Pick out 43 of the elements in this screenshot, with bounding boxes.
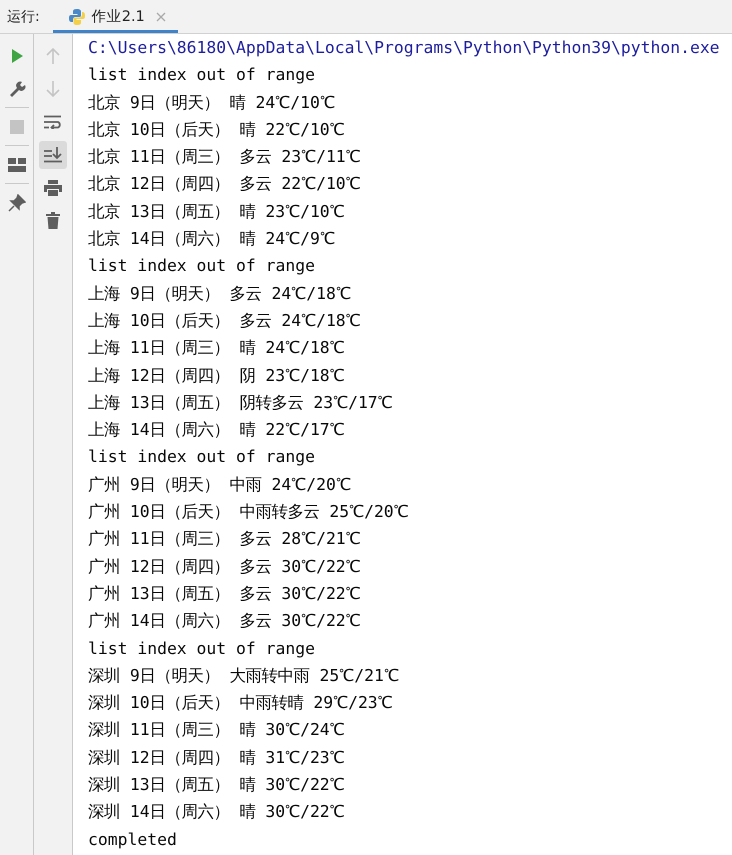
- output-line: 广州 11日（周三） 多云 28℃/21℃: [88, 528, 362, 550]
- layout-icon: [8, 158, 26, 172]
- output-line: list index out of range: [88, 64, 316, 86]
- output-line: list index out of range: [88, 255, 316, 278]
- trash-icon: [46, 212, 60, 229]
- scroll-to-end-icon: [44, 146, 62, 162]
- command-path: C:\Users\86180\AppData\Local\Programs\Python\Python39\python.exe: [88, 37, 721, 59]
- scroll-to-end-button[interactable]: [39, 140, 67, 168]
- output-line: 深圳 12日（周四） 晴 31℃/23℃: [88, 746, 346, 769]
- python-icon: [68, 8, 86, 26]
- output-line: 北京 10日（后天） 晴 22℃/10℃: [88, 118, 346, 141]
- output-line: 上海 13日（周五） 阴转多云 23℃/17℃: [88, 392, 394, 414]
- output-line: 深圳 9日（明天） 大雨转中雨 25℃/21℃: [88, 664, 400, 687]
- output-line: 北京 9日（明天） 晴 24℃/10℃: [88, 92, 336, 114]
- output-line: 深圳 11日（周三） 晴 30℃/24℃: [88, 719, 346, 742]
- output-line: 广州 10日（后天） 中雨转多云 25℃/20℃: [88, 501, 410, 524]
- soft-wrap-icon: [44, 114, 62, 128]
- output-line: 深圳 10日（后天） 中雨转晴 29℃/23℃: [88, 692, 394, 714]
- output-line: 北京 14日（周六） 晴 24℃/9℃: [88, 228, 336, 250]
- output-line: list index out of range: [88, 638, 316, 660]
- output-line: 深圳 13日（周五） 晴 30℃/22℃: [88, 774, 346, 796]
- output-line: completed: [88, 828, 178, 851]
- down-arrow-icon: [46, 80, 60, 96]
- output-line: 广州 14日（周六） 多云 30℃/22℃: [88, 610, 362, 632]
- output-line: 上海 14日（周六） 晴 22℃/17℃: [88, 419, 346, 442]
- wrench-icon: [8, 80, 26, 98]
- output-line: 北京 12日（周四） 多云 22℃/10℃: [88, 173, 362, 196]
- stop-icon: [10, 120, 24, 134]
- output-line: 北京 11日（周三） 多云 23℃/11℃: [88, 146, 362, 168]
- output-line: 上海 12日（周四） 阴 23℃/18℃: [88, 364, 346, 387]
- output-line: 广州 9日（明天） 中雨 24℃/20℃: [88, 474, 352, 496]
- output-line: 上海 10日（后天） 多云 24℃/18℃: [88, 310, 362, 332]
- output-line: list index out of range: [88, 446, 316, 468]
- output-line: 深圳 14日（周六） 晴 30℃/22℃: [88, 801, 346, 824]
- up-arrow-icon: [46, 48, 60, 64]
- output-line: 广州 12日（周四） 多云 30℃/22℃: [88, 556, 362, 578]
- run-label: 运行:: [6, 8, 41, 26]
- output-line: 上海 11日（周三） 晴 24℃/18℃: [88, 337, 346, 360]
- output-line: 广州 13日（周五） 多云 30℃/22℃: [88, 582, 362, 605]
- print-icon: [44, 180, 62, 196]
- output-line: 北京 13日（周五） 晴 23℃/10℃: [88, 200, 346, 223]
- pin-icon: [8, 194, 26, 212]
- output-line: 上海 9日（明天） 多云 24℃/18℃: [88, 282, 352, 305]
